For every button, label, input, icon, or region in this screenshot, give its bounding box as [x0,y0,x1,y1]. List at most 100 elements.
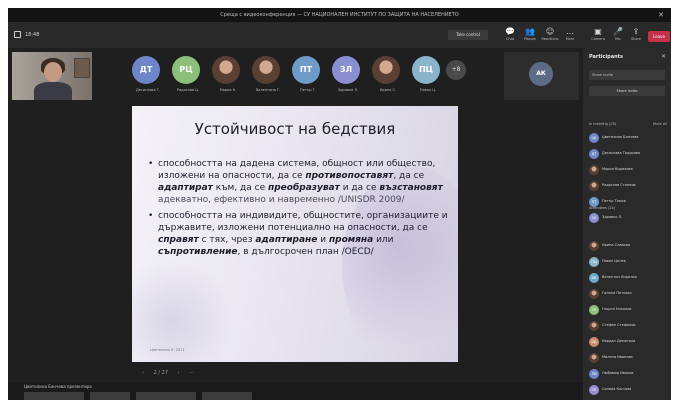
thumbnail[interactable] [136,392,196,400]
chat-label: Chat [505,37,515,41]
chat-icon: 💬 [505,27,515,36]
meeting-toolbar: 18:48 Take control 💬 Chat 👥 People ☺ Reacti… [8,22,671,48]
participant-list-name: Цветелина Банчева [602,135,639,139]
participant-list-name: Георги Николов [602,307,632,311]
participant-list-name: Валентин Кирилов [602,275,637,279]
participant-tile[interactable]: ПЦ Павел Ц. [408,54,448,98]
mic-button[interactable]: 🎤 Mic [608,27,628,45]
avatar: ГН [589,305,599,315]
slide-bullet-2: способността на индивидите, общностите, … [148,210,448,258]
presenter-label: Цветелина Банчева презентира [24,384,92,389]
avatar [589,321,599,331]
reactions-label: Reactions [541,37,559,41]
chat-button[interactable]: 💬 Chat [500,27,520,45]
participant-name: Ирина С. [379,88,397,92]
avatar [372,56,400,84]
participant-list-item[interactable]: Ирина Славова [589,240,669,252]
participant-tile[interactable]: РЦ Радослав Ц. [168,54,208,98]
more-actions-button[interactable]: … More [560,27,580,45]
participant-name: Здравко Л. [337,88,359,92]
participant-list-item[interactable]: ПЦ Павел Цонев [589,256,669,268]
avatar: ЦБ [589,133,599,143]
avatar [589,241,599,251]
window-close-icon[interactable]: ✕ [657,11,665,19]
thumbnail[interactable] [202,392,252,400]
participant-list-item[interactable]: ГН Георги Николов [589,304,669,316]
participant-tile[interactable]: ПТ Петър Т. [288,54,328,98]
avatar: СК [589,385,599,395]
participant-list-item[interactable]: ВК Валентин Кирилов [589,272,669,284]
panel-close-icon[interactable]: ✕ [661,53,666,60]
participant-name: Радослав Ц. [176,88,200,92]
invite-input[interactable]: Share invite [589,70,665,80]
avatar: ДТ [132,56,160,84]
avatar [252,56,280,84]
participant-list-name: Стефан Стефанов [602,323,636,327]
participant-list-item[interactable]: СК Силвия Костова [589,384,669,396]
avatar [212,56,240,84]
participant-list-name: Йордан Димитров [602,339,636,343]
participant-list-item[interactable]: ЦБ Цветелина Банчева [589,132,669,144]
participant-list-item[interactable]: Радослав Стоянов [589,180,669,192]
slide-page-indicator: 2 / 27 [153,370,169,376]
reactions-button[interactable]: ☺ Reactions [540,27,560,45]
video-thumbnails [24,392,424,400]
avatar: ЗЛ [332,56,360,84]
avatar: ПЦ [412,56,440,84]
participant-list-item[interactable]: Стефан Стефанов [589,320,669,332]
participant-tile[interactable]: Мария К. [208,54,248,98]
participant-list-item[interactable]: ЗЛ Здравко Л. [589,212,669,224]
mute-all-button[interactable]: Mute all [653,122,667,126]
slide-menu-button[interactable]: ⋯ [189,370,194,376]
slide-bullet-1: способността на дадена система, общност … [148,158,448,206]
participant-strip: ДТ Десислава Т. РЦ Радослав Ц. Мария К. Вален… [8,48,583,102]
participant-list-name: Галина Петкова [602,291,632,295]
leave-button[interactable]: Leave [648,31,670,42]
more-label: More [565,37,575,41]
participant-list-item[interactable]: ПТ Петър Томов [589,196,669,208]
presenter-video[interactable] [12,52,92,100]
take-control-button[interactable]: Take control [448,30,488,40]
reactions-icon: ☺ [545,27,555,36]
participant-tile[interactable]: ЗЛ Здравко Л. [328,54,368,98]
camera-label: Camera [591,37,605,41]
bottom-bar: Цветелина Банчева презентира [8,382,583,400]
participant-list-item[interactable]: ДТ Десислава Тодорова [589,148,669,160]
avatar: ВК [589,273,599,283]
more-icon: … [566,27,574,36]
participant-list-name: Павел Цонев [602,259,626,263]
presenter-face [44,62,62,82]
participant-list-item[interactable]: ЛИ Любомир Иванов [589,368,669,380]
title-bar: Среща с видеоконференция — СУ НАЦИОНАЛЕН… [8,8,671,22]
avatar [589,165,599,175]
share-button[interactable]: ⇪ Share [626,27,646,45]
participant-list-name: Петър Томов [602,199,626,203]
next-slide-button[interactable]: › [178,370,180,376]
more-participants-button[interactable]: +8 [446,60,466,80]
previous-slide-button[interactable]: ‹ [142,370,144,376]
people-button[interactable]: 👥 People [520,27,540,45]
participant-tile[interactable]: ДТ Десислава Т. [128,54,168,98]
avatar: ЛИ [589,369,599,379]
thumbnail[interactable] [24,392,84,400]
participant-list-item[interactable]: Мария Кирилова [589,164,669,176]
participant-tile[interactable]: Валентина Г. [248,54,288,98]
participant-list-name: Силвия Костова [602,387,632,391]
slide-controls: ‹ 2 / 27 › ⋯ [142,370,202,376]
participant-list-name: Любомир Иванов [602,371,634,375]
avatar: АК [529,62,553,86]
participant-list-item[interactable]: Галина Петкова [589,288,669,300]
meeting-timer: 18:48 [14,31,39,38]
pinned-participant-tile[interactable]: АК [504,52,579,100]
participant-list-item[interactable]: ЙД Йордан Димитров [589,336,669,348]
participant-name: Мария К. [219,88,237,92]
participant-list-name: Десислава Тодорова [602,151,641,155]
share-invite-button[interactable]: Share invite [589,86,665,96]
camera-button[interactable]: ▣ Camera [588,27,608,45]
share-label: Share [630,37,642,41]
participant-list-item[interactable]: Милена Иванова [589,352,669,364]
in-meeting-heading: In meeting (25) [589,122,617,126]
participant-tile[interactable]: Ирина С. [368,54,408,98]
thumbnail[interactable] [90,392,130,400]
avatar: ПТ [589,197,599,207]
